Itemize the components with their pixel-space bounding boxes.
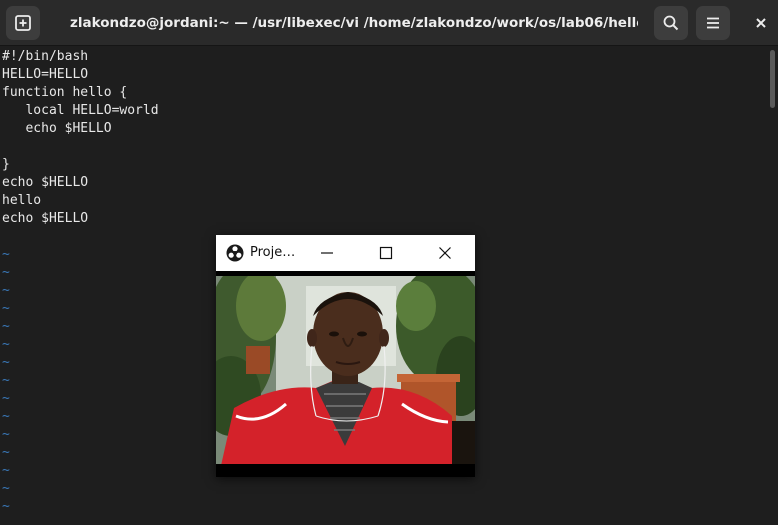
- empty-line-tilde: ~: [2, 481, 10, 496]
- close-icon: [756, 18, 766, 28]
- popup-titlebar[interactable]: Proje…: [216, 235, 475, 271]
- webcam-video-feed: [216, 276, 475, 470]
- editor-line: #!/bin/bash: [2, 49, 89, 64]
- search-button[interactable]: [654, 6, 688, 40]
- editor-line: echo $HELLO: [2, 121, 112, 136]
- popup-minimize-button[interactable]: [315, 241, 339, 265]
- editor-line: HELLO=HELLO: [2, 67, 89, 82]
- editor-line: local HELLO=world: [2, 103, 159, 118]
- maximize-icon: [379, 246, 393, 260]
- editor-line: echo $HELLO: [2, 211, 89, 226]
- window-title: zlakondzo@jordani:~ — /usr/libexec/vi /h…: [70, 15, 638, 31]
- editor-line: }: [2, 157, 10, 172]
- editor-line: echo $HELLO: [2, 175, 89, 190]
- editor-line: hello: [2, 193, 42, 208]
- menu-button[interactable]: [696, 6, 730, 40]
- obs-studio-icon: [226, 244, 244, 262]
- popup-maximize-button[interactable]: [374, 241, 398, 265]
- webcam-image: [216, 276, 475, 470]
- search-icon: [663, 15, 679, 31]
- hamburger-menu-icon: [707, 17, 719, 29]
- close-icon: [439, 247, 451, 259]
- editor-line: function hello {: [2, 85, 128, 100]
- popup-title: Proje…: [250, 245, 296, 260]
- popup-close-button[interactable]: [433, 241, 457, 265]
- empty-line-tilde: ~: [2, 499, 10, 514]
- new-tab-button[interactable]: [6, 6, 40, 40]
- scrollbar[interactable]: [770, 50, 775, 108]
- headerbar: zlakondzo@jordani:~ — /usr/libexec/vi /h…: [0, 0, 778, 46]
- terminal-window: zlakondzo@jordani:~ — /usr/libexec/vi /h…: [0, 0, 778, 525]
- minimize-icon: [321, 252, 333, 254]
- new-tab-icon: [15, 15, 31, 31]
- projector-preview-window[interactable]: Proje…: [216, 235, 475, 477]
- window-close-button[interactable]: [744, 6, 778, 40]
